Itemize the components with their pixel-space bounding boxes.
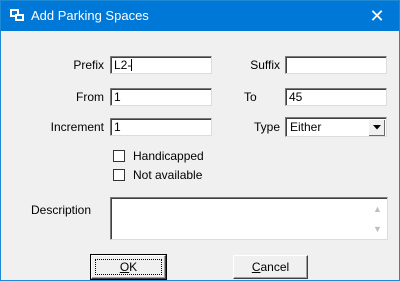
scroll-down-icon[interactable]: ▼ bbox=[373, 224, 382, 234]
prefix-value: L2- bbox=[114, 58, 132, 72]
type-label: Type bbox=[253, 120, 280, 134]
not-available-label[interactable]: Not available bbox=[133, 166, 233, 184]
handicapped-checkbox[interactable] bbox=[113, 150, 125, 162]
suffix-input[interactable] bbox=[285, 56, 387, 74]
type-selected-value: Either bbox=[290, 120, 322, 134]
from-label: From bbox=[76, 90, 104, 104]
to-label: To bbox=[244, 90, 257, 104]
cancel-button[interactable]: Cancel bbox=[233, 255, 308, 279]
description-textarea[interactable]: ▲ ▼ bbox=[110, 197, 388, 240]
ok-button[interactable]: OK bbox=[90, 254, 167, 280]
cancel-label-rest: ancel bbox=[260, 260, 290, 274]
handicapped-label[interactable]: Handicapped bbox=[133, 147, 233, 165]
close-icon[interactable]: ✕ bbox=[355, 1, 399, 31]
prefix-input[interactable]: L2- bbox=[110, 56, 212, 74]
prefix-label: Prefix bbox=[73, 58, 104, 72]
text-caret bbox=[131, 59, 133, 71]
increment-label: Increment bbox=[50, 120, 104, 134]
to-input[interactable]: 45 bbox=[285, 88, 387, 106]
suffix-label: Suffix bbox=[250, 58, 280, 72]
from-input[interactable]: 1 bbox=[110, 88, 212, 106]
scroll-up-icon[interactable]: ▲ bbox=[373, 204, 382, 214]
parking-app-icon bbox=[10, 9, 24, 21]
window-title: Add Parking Spaces bbox=[31, 8, 149, 23]
description-scrollbar[interactable]: ▲ ▼ bbox=[369, 199, 386, 238]
type-select[interactable]: Either bbox=[285, 117, 387, 137]
not-available-checkbox[interactable] bbox=[113, 169, 125, 181]
increment-input[interactable]: 1 bbox=[110, 118, 212, 136]
title-bar[interactable]: Add Parking Spaces ✕ bbox=[1, 1, 399, 31]
dropdown-arrow-icon[interactable] bbox=[368, 119, 385, 136]
description-label: Description bbox=[31, 203, 92, 217]
focus-rect bbox=[95, 259, 162, 275]
add-parking-spaces-dialog: Add Parking Spaces ✕ Prefix L2- Suffix F… bbox=[0, 0, 400, 281]
